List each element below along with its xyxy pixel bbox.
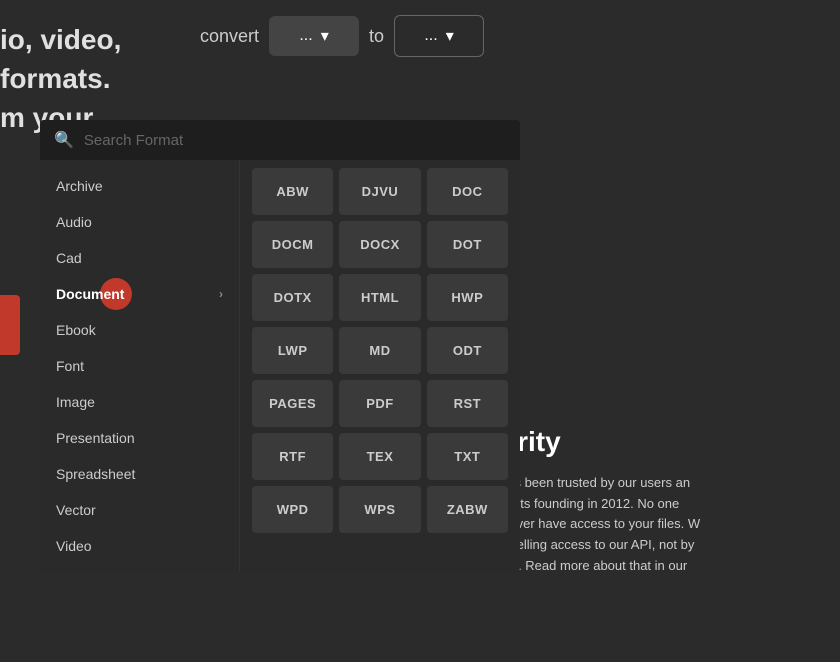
category-label-audio: Audio (56, 214, 92, 230)
category-item-archive[interactable]: Archive (40, 168, 239, 204)
category-label-video: Video (56, 538, 92, 554)
categories-list: Archive Audio Cad Document › Ebook Font Image Pr… (40, 160, 240, 572)
category-item-image[interactable]: Image (40, 384, 239, 420)
category-label-image: Image (56, 394, 95, 410)
to-chevron-icon: ▾ (446, 26, 454, 46)
to-label: to (369, 26, 384, 47)
format-btn-docm[interactable]: DOCM (252, 221, 333, 268)
format-grid: ABWDJVUDOC DOCMDOCXDOT DOTXHTMLHWP LWPMDODT… (252, 168, 508, 533)
format-grid-container[interactable]: ABWDJVUDOC DOCMDOCXDOT DOTXHTMLHWP LWPMDODT… (240, 160, 520, 572)
top-bar: convert ... ▾ to ... ▾ (200, 15, 484, 57)
panel-body: Archive Audio Cad Document › Ebook Font Image Pr… (40, 160, 520, 572)
format-btn-wps[interactable]: WPS (339, 486, 420, 533)
category-label-ebook: Ebook (56, 322, 96, 338)
category-item-cad[interactable]: Cad (40, 240, 239, 276)
format-btn-zabw[interactable]: ZABW (427, 486, 508, 533)
format-btn-html[interactable]: HTML (339, 274, 420, 321)
format-btn-dotx[interactable]: DOTX (252, 274, 333, 321)
security-section: urity has been trusted by our users ance… (500, 420, 840, 577)
category-label-vector: Vector (56, 502, 96, 518)
bg-line-2: formats. (0, 59, 121, 98)
format-btn-tex[interactable]: TEX (339, 433, 420, 480)
security-title: urity (500, 420, 840, 465)
from-format-dropdown[interactable]: ... ▾ (269, 16, 359, 56)
to-format-dropdown[interactable]: ... ▾ (394, 15, 484, 57)
format-btn-doc[interactable]: DOC (427, 168, 508, 215)
format-btn-rst[interactable]: RST (427, 380, 508, 427)
format-btn-odt[interactable]: ODT (427, 327, 508, 374)
category-label-archive: Archive (56, 178, 103, 194)
format-btn-hwp[interactable]: HWP (427, 274, 508, 321)
format-btn-abw[interactable]: ABW (252, 168, 333, 215)
convert-label: convert (200, 26, 259, 47)
format-dropdown-panel: 🔍 Archive Audio Cad Document › Ebook Font Image… (40, 120, 520, 572)
search-icon: 🔍 (54, 130, 74, 150)
category-item-document[interactable]: Document › (40, 276, 239, 312)
format-btn-rtf[interactable]: RTF (252, 433, 333, 480)
search-input[interactable] (84, 132, 506, 149)
category-chevron-icon: › (219, 287, 223, 301)
category-item-audio[interactable]: Audio (40, 204, 239, 240)
format-btn-djvu[interactable]: DJVU (339, 168, 420, 215)
category-item-font[interactable]: Font (40, 348, 239, 384)
format-btn-dot[interactable]: DOT (427, 221, 508, 268)
format-btn-wpd[interactable]: WPD (252, 486, 333, 533)
format-btn-pdf[interactable]: PDF (339, 380, 420, 427)
category-item-spreadsheet[interactable]: Spreadsheet (40, 456, 239, 492)
security-text: has been trusted by our users ance its f… (500, 473, 840, 577)
search-bar: 🔍 (40, 120, 520, 160)
from-chevron-icon: ▾ (321, 26, 329, 46)
category-label-cad: Cad (56, 250, 82, 266)
format-btn-txt[interactable]: TXT (427, 433, 508, 480)
format-btn-pages[interactable]: PAGES (252, 380, 333, 427)
format-btn-docx[interactable]: DOCX (339, 221, 420, 268)
category-label-spreadsheet: Spreadsheet (56, 466, 135, 482)
category-label-font: Font (56, 358, 84, 374)
category-label-document: Document (56, 286, 124, 302)
category-label-presentation: Presentation (56, 430, 135, 446)
category-item-vector[interactable]: Vector (40, 492, 239, 528)
category-item-video[interactable]: Video (40, 528, 239, 564)
to-btn-label: ... (424, 27, 437, 45)
red-side-icon (0, 295, 20, 355)
from-btn-label: ... (299, 27, 312, 45)
category-item-presentation[interactable]: Presentation (40, 420, 239, 456)
format-btn-lwp[interactable]: LWP (252, 327, 333, 374)
category-item-ebook[interactable]: Ebook (40, 312, 239, 348)
format-btn-md[interactable]: MD (339, 327, 420, 374)
bg-line-1: io, video, (0, 20, 121, 59)
